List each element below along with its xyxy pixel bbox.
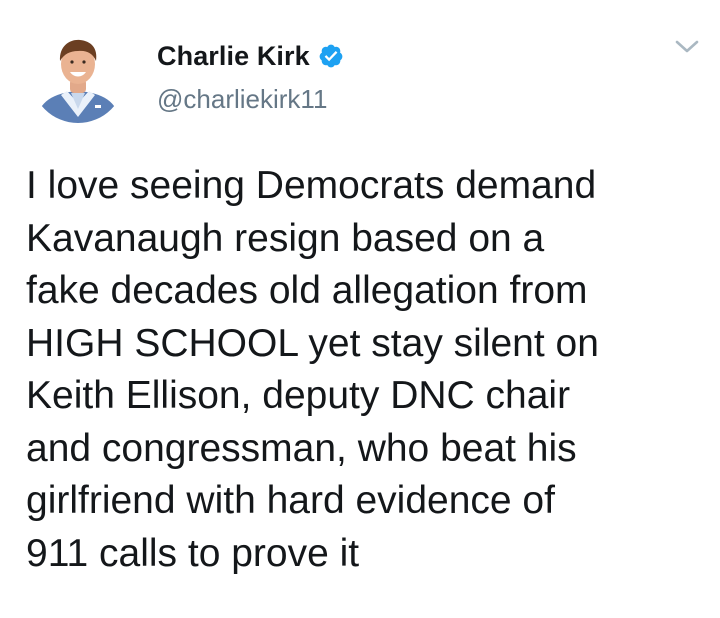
chevron-down-icon[interactable] xyxy=(672,34,702,58)
author-name-row: Charlie Kirk xyxy=(157,38,344,74)
tweet-card: Charlie Kirk @charliekirk11 I love seein… xyxy=(0,0,720,618)
author-display-name[interactable]: Charlie Kirk xyxy=(157,41,310,72)
verified-badge-icon xyxy=(319,44,343,68)
avatar[interactable] xyxy=(31,29,125,123)
author-handle[interactable]: @charliekirk11 xyxy=(157,84,327,115)
tweet-text: I love seeing Democrats demand Kavanaugh… xyxy=(26,164,599,575)
avatar-image xyxy=(31,29,125,123)
